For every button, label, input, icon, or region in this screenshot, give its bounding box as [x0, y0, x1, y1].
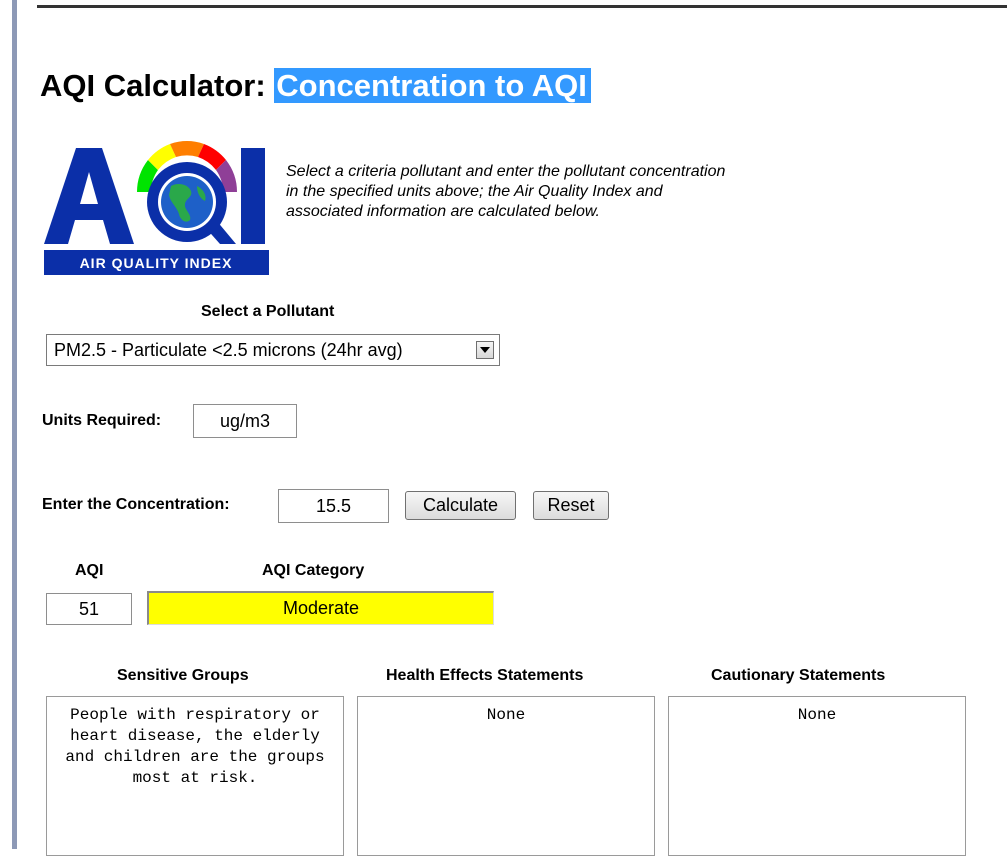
logo-caption: AIR QUALITY INDEX: [80, 255, 233, 271]
concentration-input[interactable]: [278, 489, 389, 523]
sensitive-groups-label: Sensitive Groups: [117, 667, 249, 684]
aqi-label: AQI: [75, 562, 104, 579]
aqi-value-field: 51: [46, 593, 132, 625]
aqi-logo: AIR QUALITY INDEX: [44, 141, 269, 275]
left-border: [12, 0, 17, 849]
concentration-label: Enter the Concentration:: [42, 496, 230, 513]
logo-letter-i: [241, 148, 265, 244]
cautionary-text[interactable]: None: [668, 696, 966, 856]
aqi-category-field: Moderate: [147, 591, 494, 625]
top-divider: [37, 5, 1007, 8]
page-title: AQI Calculator: Concentration to AQI: [40, 64, 591, 108]
dropdown-arrow-icon[interactable]: [476, 341, 494, 359]
pollutant-select[interactable]: PM2.5 - Particulate <2.5 microns (24hr a…: [46, 334, 500, 366]
page-title-highlight: Concentration to AQI: [274, 68, 591, 103]
intro-text: Select a criteria pollutant and enter th…: [286, 163, 726, 220]
logo-arc-usg: [170, 141, 204, 157]
sensitive-groups-text[interactable]: People with respiratory or heart disease…: [46, 696, 344, 856]
health-effects-label: Health Effects Statements: [386, 667, 584, 684]
health-effects-text[interactable]: None: [357, 696, 655, 856]
units-field: ug/m3: [193, 404, 297, 438]
calculate-button[interactable]: Calculate: [405, 491, 516, 520]
logo-letter-a: [44, 148, 134, 244]
cautionary-label: Cautionary Statements: [711, 667, 886, 684]
aqi-category-label: AQI Category: [262, 562, 365, 579]
pollutant-selected-value: PM2.5 - Particulate <2.5 microns (24hr a…: [54, 339, 403, 360]
reset-button[interactable]: Reset: [533, 491, 609, 520]
pollutant-label: Select a Pollutant: [201, 303, 335, 320]
units-label: Units Required:: [42, 412, 162, 429]
page-title-prefix: AQI Calculator:: [40, 68, 275, 103]
